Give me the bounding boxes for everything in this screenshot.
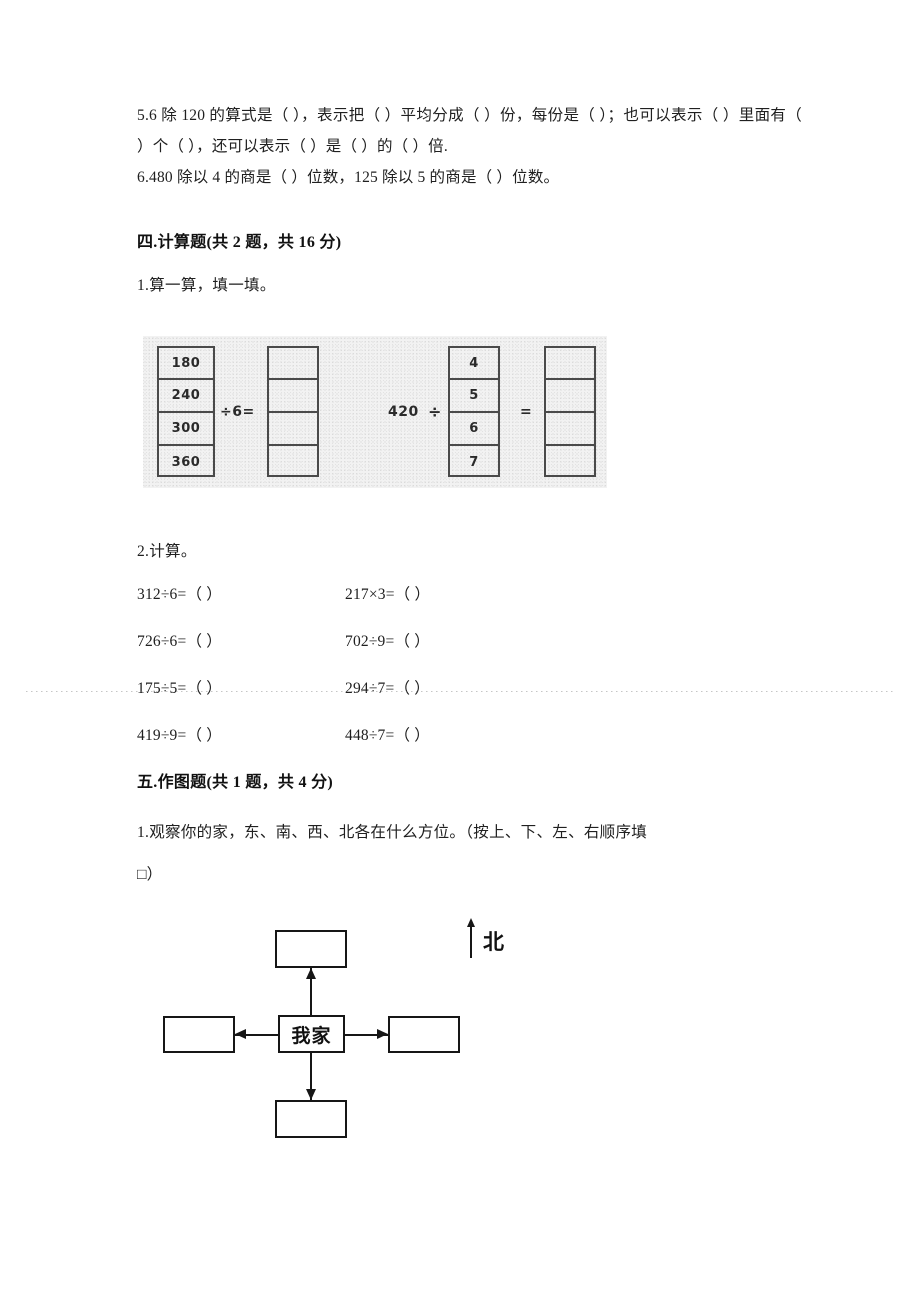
arrow-head-down: [305, 1089, 316, 1100]
right-dividend-label: 420: [388, 404, 419, 420]
dividend-cell: 180: [159, 348, 213, 380]
worksheet-page: 5.6 除 120 的算式是（ ），表示把（ ）平均分成（ ）份，每份是（ ）；…: [0, 0, 920, 1302]
direction-box-left[interactable]: [163, 1016, 235, 1053]
right-answer-stack[interactable]: [544, 346, 596, 477]
left-answer-stack[interactable]: [267, 346, 319, 477]
calculation-problem[interactable]: 217×3=（ ）: [345, 582, 555, 604]
fill-in-blank-item-6: 6.480 除以 4 的商是（ ）位数，125 除以 5 的商是（ ）位数。: [137, 169, 560, 186]
answer-cell[interactable]: [546, 348, 594, 380]
compass-north-label: 北: [483, 930, 505, 954]
question-5-1-label: 1.观察你的家，东、南、西、北各在什么方位。（按上、下、左、右顺序填: [137, 824, 648, 841]
answer-cell[interactable]: [546, 446, 594, 479]
fill-in-blank-block: 5.6 除 120 的算式是（ ），表示把（ ）平均分成（ ）份，每份是（ ）；…: [137, 100, 802, 193]
direction-box-top[interactable]: [275, 930, 347, 968]
division-table-figure: 180 240 300 360 ÷6= 420 ÷ 4 5 6 7 =: [143, 336, 607, 488]
answer-cell[interactable]: [546, 413, 594, 446]
fill-in-blank-item-5: 5.6 除 120 的算式是（ ），表示把（ ）平均分成（ ）份，每份是（ ）；…: [137, 107, 802, 155]
answer-cell[interactable]: [269, 413, 317, 446]
answer-cell[interactable]: [546, 380, 594, 413]
arrow-head-left: [235, 1029, 246, 1039]
right-operator-label: ÷: [428, 402, 442, 421]
north-arrow-icon: [466, 918, 475, 958]
compass-north-indicator: 北: [466, 918, 505, 958]
answer-cell[interactable]: [269, 446, 317, 479]
divisor-cell: 6: [450, 413, 498, 446]
answer-cell[interactable]: [269, 348, 317, 380]
right-divisor-stack: 4 5 6 7: [448, 346, 500, 477]
calculation-row: 175÷5=（ ） 294÷7=（ ）: [137, 676, 557, 723]
direction-box-center: 我家: [278, 1015, 345, 1053]
section-heading-five: 五.作图题(共 1 题，共 4 分): [137, 774, 334, 791]
calculation-problem[interactable]: 312÷6=（ ）: [137, 582, 345, 604]
calculation-problem[interactable]: 419÷9=（ ）: [137, 723, 345, 745]
arrow-head-right: [377, 1029, 388, 1039]
scan-artifact-line: [26, 691, 894, 692]
right-equals-label: =: [520, 404, 533, 420]
section-heading-four: 四.计算题(共 2 题，共 16 分): [137, 234, 342, 251]
divisor-cell: 5: [450, 380, 498, 413]
question-4-1-label: 1.算一算，填一填。: [137, 277, 276, 294]
calculation-problem[interactable]: 448÷7=（ ）: [345, 723, 555, 745]
dividend-cell: 240: [159, 380, 213, 413]
divisor-cell: 4: [450, 348, 498, 380]
direction-box-bottom[interactable]: [275, 1100, 347, 1138]
calculation-problem[interactable]: 726÷6=（ ）: [137, 629, 345, 651]
calculation-row: 419÷9=（ ） 448÷7=（ ）: [137, 723, 557, 770]
north-arrow-tip: [466, 918, 475, 927]
dividend-cell: 360: [171, 455, 201, 470]
arrow-head-up: [305, 968, 316, 979]
calculation-row: 726÷6=（ ） 702÷9=（ ）: [137, 629, 557, 676]
left-dividend-stack: 180 240 300 360: [157, 346, 215, 477]
left-operator-label: ÷6=: [220, 404, 255, 420]
calculation-problem[interactable]: 702÷9=（ ）: [345, 629, 555, 651]
direction-diagram: 我家 北: [150, 918, 580, 1148]
direction-box-right[interactable]: [388, 1016, 460, 1053]
calculation-row: 312÷6=（ ） 217×3=（ ）: [137, 582, 557, 629]
divisor-cell: 7: [469, 455, 479, 470]
calculation-problem[interactable]: 294÷7=（ ）: [345, 676, 555, 698]
calculation-problem[interactable]: 175÷5=（ ）: [137, 676, 345, 698]
question-4-2-label: 2.计算。: [137, 543, 197, 560]
question-5-1-label-continued: □）: [137, 866, 163, 883]
answer-cell[interactable]: [269, 380, 317, 413]
calculation-grid: 312÷6=（ ） 217×3=（ ） 726÷6=（ ） 702÷9=（ ） …: [137, 582, 557, 770]
dividend-cell: 300: [159, 413, 213, 446]
question-5-1-block: 1.观察你的家，东、南、西、北各在什么方位。（按上、下、左、右顺序填 □）: [137, 812, 809, 896]
